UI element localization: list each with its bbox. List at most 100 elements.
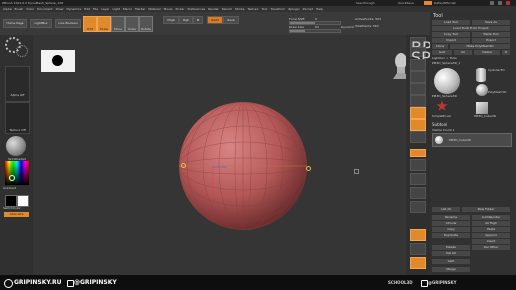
move-mode-button[interactable]: Move (111, 16, 125, 32)
rgb-button[interactable]: Rgb (179, 16, 193, 24)
autoreorder-button[interactable]: AutoReorder (472, 215, 510, 220)
draw-size-slider[interactable] (289, 29, 341, 33)
footer-handle-left: @GRIPINSKY (74, 279, 117, 286)
rename-button[interactable]: Rename (432, 215, 470, 220)
export-button[interactable]: Export (472, 38, 510, 43)
subtool-header[interactable]: Subtool (432, 122, 447, 127)
live-boolean-button[interactable]: Live Boolean (55, 19, 81, 28)
move-view-button[interactable] (410, 173, 426, 185)
lightbox-tools-link[interactable]: Lightbox > Tools (432, 56, 472, 60)
polymesh-tool-thumb[interactable] (476, 84, 488, 96)
simplebrush-tool-thumb[interactable] (436, 100, 448, 111)
spix-button[interactable]: SPix 3 (410, 47, 444, 86)
rotate-view-button[interactable] (410, 201, 426, 213)
alpha-preview (41, 50, 75, 72)
home-page-button[interactable]: Home Page (3, 19, 27, 28)
list-all-button[interactable]: List All (432, 207, 460, 212)
alpha-thumbnail[interactable]: Alpha Off (5, 66, 30, 102)
persp-button[interactable] (410, 107, 426, 119)
alpha-label: Alpha Off (10, 93, 25, 97)
stroke-icon[interactable] (16, 45, 28, 57)
load-tool-button[interactable]: Load Tool (432, 20, 470, 25)
zadd-button[interactable]: Zadd (207, 16, 223, 24)
scroll-button[interactable] (410, 59, 426, 71)
bpr-button[interactable]: BPR (410, 37, 443, 57)
switch-color-button[interactable]: SwitchColor (3, 206, 31, 210)
all-button[interactable]: All (454, 50, 472, 55)
clone-button[interactable]: Clone (432, 44, 448, 49)
gizmo-left-handle[interactable] (181, 163, 186, 168)
r-button[interactable]: R (502, 50, 510, 55)
scale-label: Scale (127, 27, 137, 31)
texture-label: Texture Off (9, 128, 26, 132)
copy-button[interactable]: Copy (432, 227, 470, 232)
zoom-button[interactable] (410, 71, 426, 83)
tool-palette: Tool Load Tool Save As Load Tools From P… (430, 12, 516, 275)
solo-button[interactable] (410, 257, 426, 269)
make-polymesh-button[interactable]: Make PolyMesh3D (450, 44, 510, 49)
right-shelf: BPR SPix 3 (406, 35, 444, 275)
gizmo-right-handle[interactable] (306, 166, 311, 171)
edit-mode-button[interactable]: Edit (83, 16, 97, 32)
split-button[interactable]: Split (432, 259, 470, 264)
duplicate-button[interactable]: Duplicate (432, 233, 470, 238)
thumb-label-sphere: PM3D_Sphere3D (432, 94, 457, 98)
all-low-button[interactable]: All Low (432, 221, 470, 226)
save-as-button[interactable]: Save As (472, 20, 510, 25)
insert-button[interactable]: Insert (472, 239, 510, 244)
draw-mode-button[interactable]: Draw (97, 16, 111, 32)
frame-button[interactable] (410, 159, 426, 171)
paste-button[interactable]: Paste (472, 227, 510, 232)
paste-tool-button[interactable]: Paste Tool (472, 32, 510, 37)
delete-button[interactable]: Delete (432, 245, 470, 250)
lsym-button[interactable] (410, 149, 426, 157)
floor-button[interactable] (410, 119, 426, 131)
canvas-viewport[interactable]: BPR SPix 3 (33, 35, 444, 275)
color-picker[interactable] (5, 161, 29, 185)
instagram-icon (67, 280, 74, 287)
edit-label: Edit (87, 27, 93, 31)
merge-button[interactable]: Merge (432, 267, 470, 272)
append-button[interactable]: Append (472, 233, 510, 238)
texture-thumbnail[interactable]: Texture Off (5, 102, 30, 134)
m-button[interactable]: M (193, 16, 203, 24)
sphere-mesh[interactable] (173, 97, 313, 235)
footer-handle-right: @GRIPINSKY (428, 280, 457, 285)
all-high-button[interactable]: All High (472, 221, 510, 226)
subtool-list-item[interactable]: PM3D_Cube3D (432, 133, 512, 147)
visible-button[interactable]: Visible (474, 50, 500, 55)
mrgb-button[interactable]: Mrgb (163, 16, 179, 24)
instagram-icon-right (421, 280, 428, 287)
material-sphere-icon[interactable] (6, 136, 26, 156)
del-other-button[interactable]: Del Other (472, 245, 510, 250)
sphere-tool-thumb[interactable] (434, 68, 460, 94)
thumb-label-simplebrush: SimpleBrush (432, 114, 451, 118)
alpha-dot (52, 55, 63, 66)
zsub-button[interactable]: Zsub (223, 16, 239, 24)
polyf-button[interactable] (410, 229, 426, 241)
goz-button[interactable]: GoZ (432, 50, 452, 55)
lightbox-button[interactable]: LightBox (30, 19, 52, 28)
new-folder-button[interactable]: New Folder (462, 207, 510, 212)
cube-tool-thumb[interactable] (476, 102, 488, 114)
alternate-button[interactable]: Alternate (4, 212, 29, 217)
cylinder-tool-thumb[interactable] (476, 68, 486, 82)
close-button[interactable] (506, 1, 510, 5)
maximize-button[interactable] (498, 1, 502, 5)
menus-toggle[interactable] (424, 1, 432, 5)
transp-button[interactable] (410, 243, 426, 255)
import-button[interactable]: Import (432, 38, 470, 43)
minimize-button[interactable] (490, 1, 494, 5)
del-all-button[interactable]: Del All (432, 251, 470, 256)
actual-button[interactable] (410, 83, 426, 95)
scale-view-button[interactable] (410, 187, 426, 199)
copy-tool-button[interactable]: Copy Tool (432, 32, 470, 37)
local-button[interactable] (410, 131, 426, 143)
visible-count: Visible Count 1 (432, 128, 455, 132)
subtool-thumb-icon (435, 136, 443, 144)
rotate-label: Rotate (141, 27, 151, 31)
scale-mode-button[interactable]: Scale (125, 16, 139, 32)
aahalf-button[interactable] (410, 95, 426, 107)
rotate-mode-button[interactable]: Rotate (139, 16, 153, 32)
load-tools-from-project-button[interactable]: Load Tools From Project (432, 26, 510, 31)
